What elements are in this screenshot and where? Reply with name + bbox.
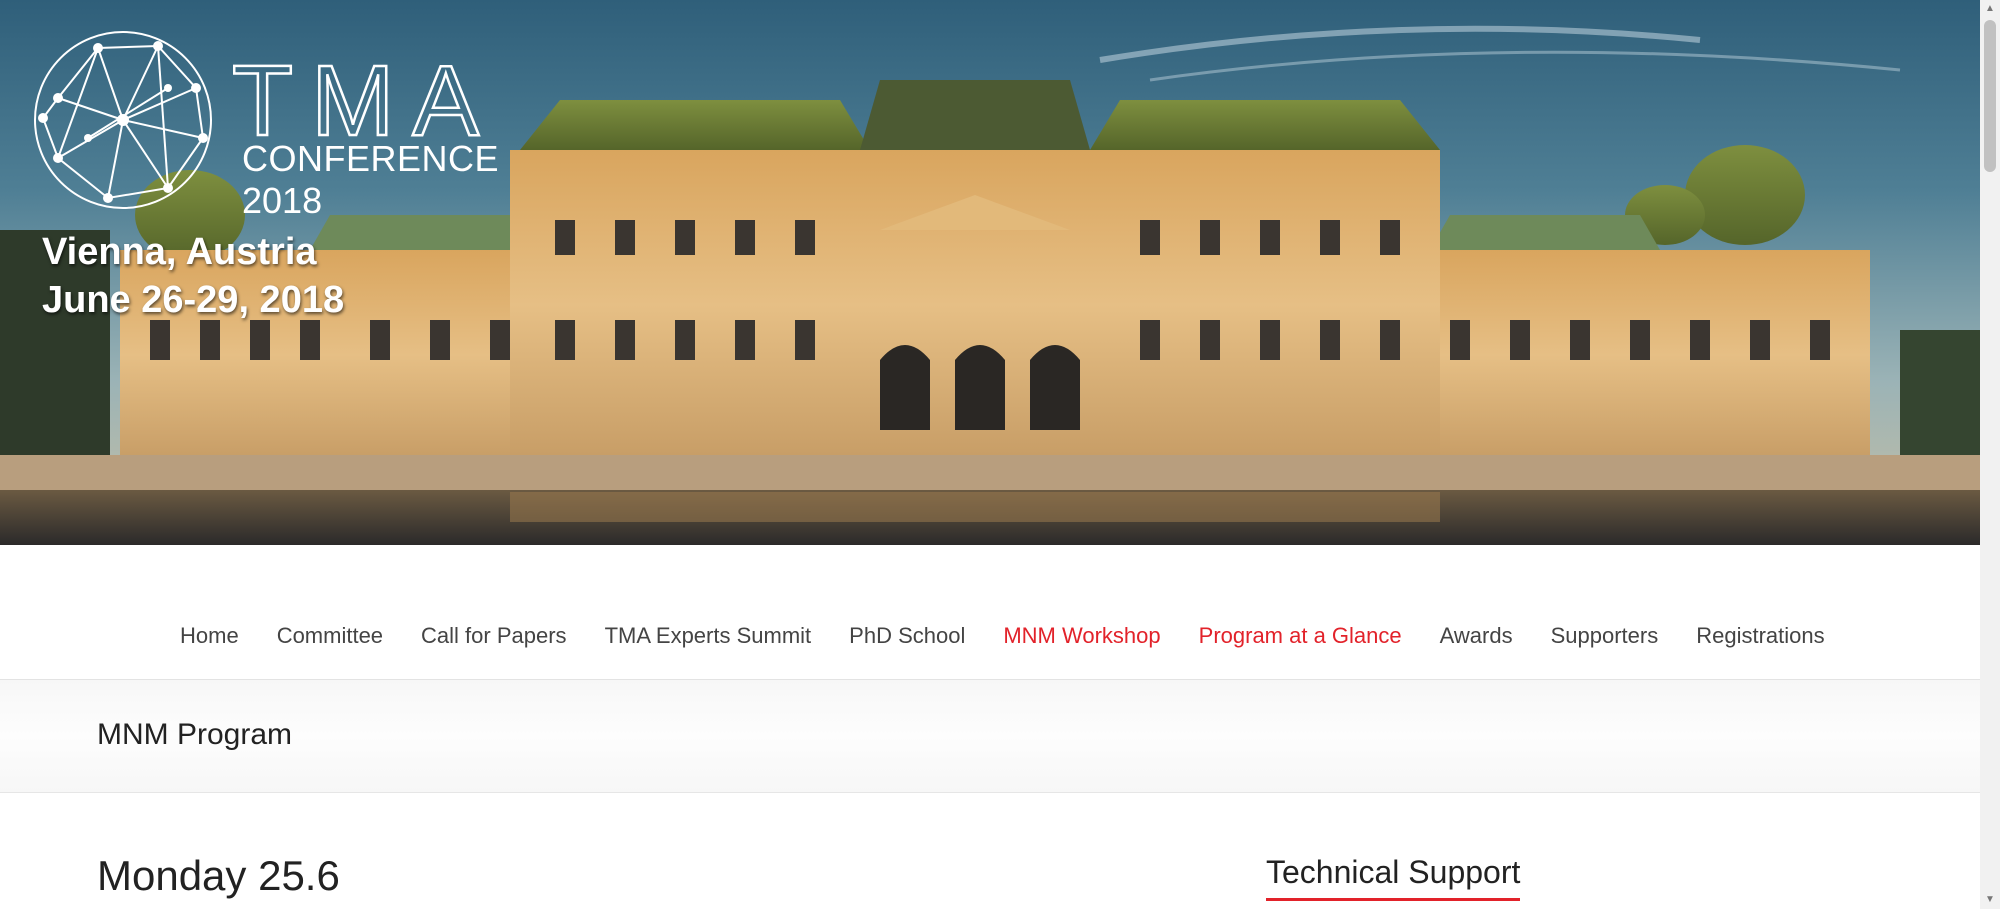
page-title: MNM Program: [97, 718, 293, 751]
nav-item-registrations[interactable]: Registrations: [1696, 623, 1824, 649]
nav-item-awards[interactable]: Awards: [1440, 623, 1513, 649]
tma-wordmark-logo: TMA: [232, 50, 497, 140]
vertical-scrollbar[interactable]: ▲ ▼: [1980, 0, 2000, 909]
nav-item-program-at-a-glance[interactable]: Program at a Glance: [1199, 623, 1402, 649]
page-title-bar: MNM Program: [0, 680, 1980, 793]
scroll-up-arrow-icon[interactable]: ▲: [1980, 0, 2000, 18]
sidebar-heading: Technical Support: [1266, 852, 1521, 901]
logo-year-text: 2018: [242, 180, 323, 221]
main-navigation: Home Committee Call for Papers TMA Exper…: [0, 545, 1980, 680]
scrollbar-thumb[interactable]: [1984, 20, 1996, 172]
nav-item-supporters[interactable]: Supporters: [1551, 623, 1659, 649]
day-heading: Monday 25.6: [97, 852, 340, 899]
banner-dates: June 26-29, 2018: [42, 279, 345, 321]
svg-text:TMA: TMA: [232, 50, 497, 140]
nav-item-home[interactable]: Home: [180, 623, 239, 649]
nav-item-call-for-papers[interactable]: Call for Papers: [421, 623, 567, 649]
scroll-down-arrow-icon[interactable]: ▼: [1980, 891, 2000, 909]
banner-location-block: Vienna, Austria June 26-29, 2018: [42, 228, 344, 324]
page: TMA CONFERENCE 2018 Vienna, Austria June…: [0, 0, 1980, 909]
logo-conference-text: CONFERENCE: [242, 138, 500, 179]
nav-item-phd-school[interactable]: PhD School: [849, 623, 965, 649]
nav-item-mnm-workshop[interactable]: MNM Workshop: [1003, 623, 1160, 649]
nav-item-committee[interactable]: Committee: [277, 623, 383, 649]
header-banner: TMA CONFERENCE 2018 Vienna, Austria June…: [0, 0, 1980, 545]
nav-item-tma-experts-summit[interactable]: TMA Experts Summit: [605, 623, 812, 649]
tma-network-logo-icon: [34, 31, 212, 209]
banner-location: Vienna, Austria: [42, 231, 317, 273]
